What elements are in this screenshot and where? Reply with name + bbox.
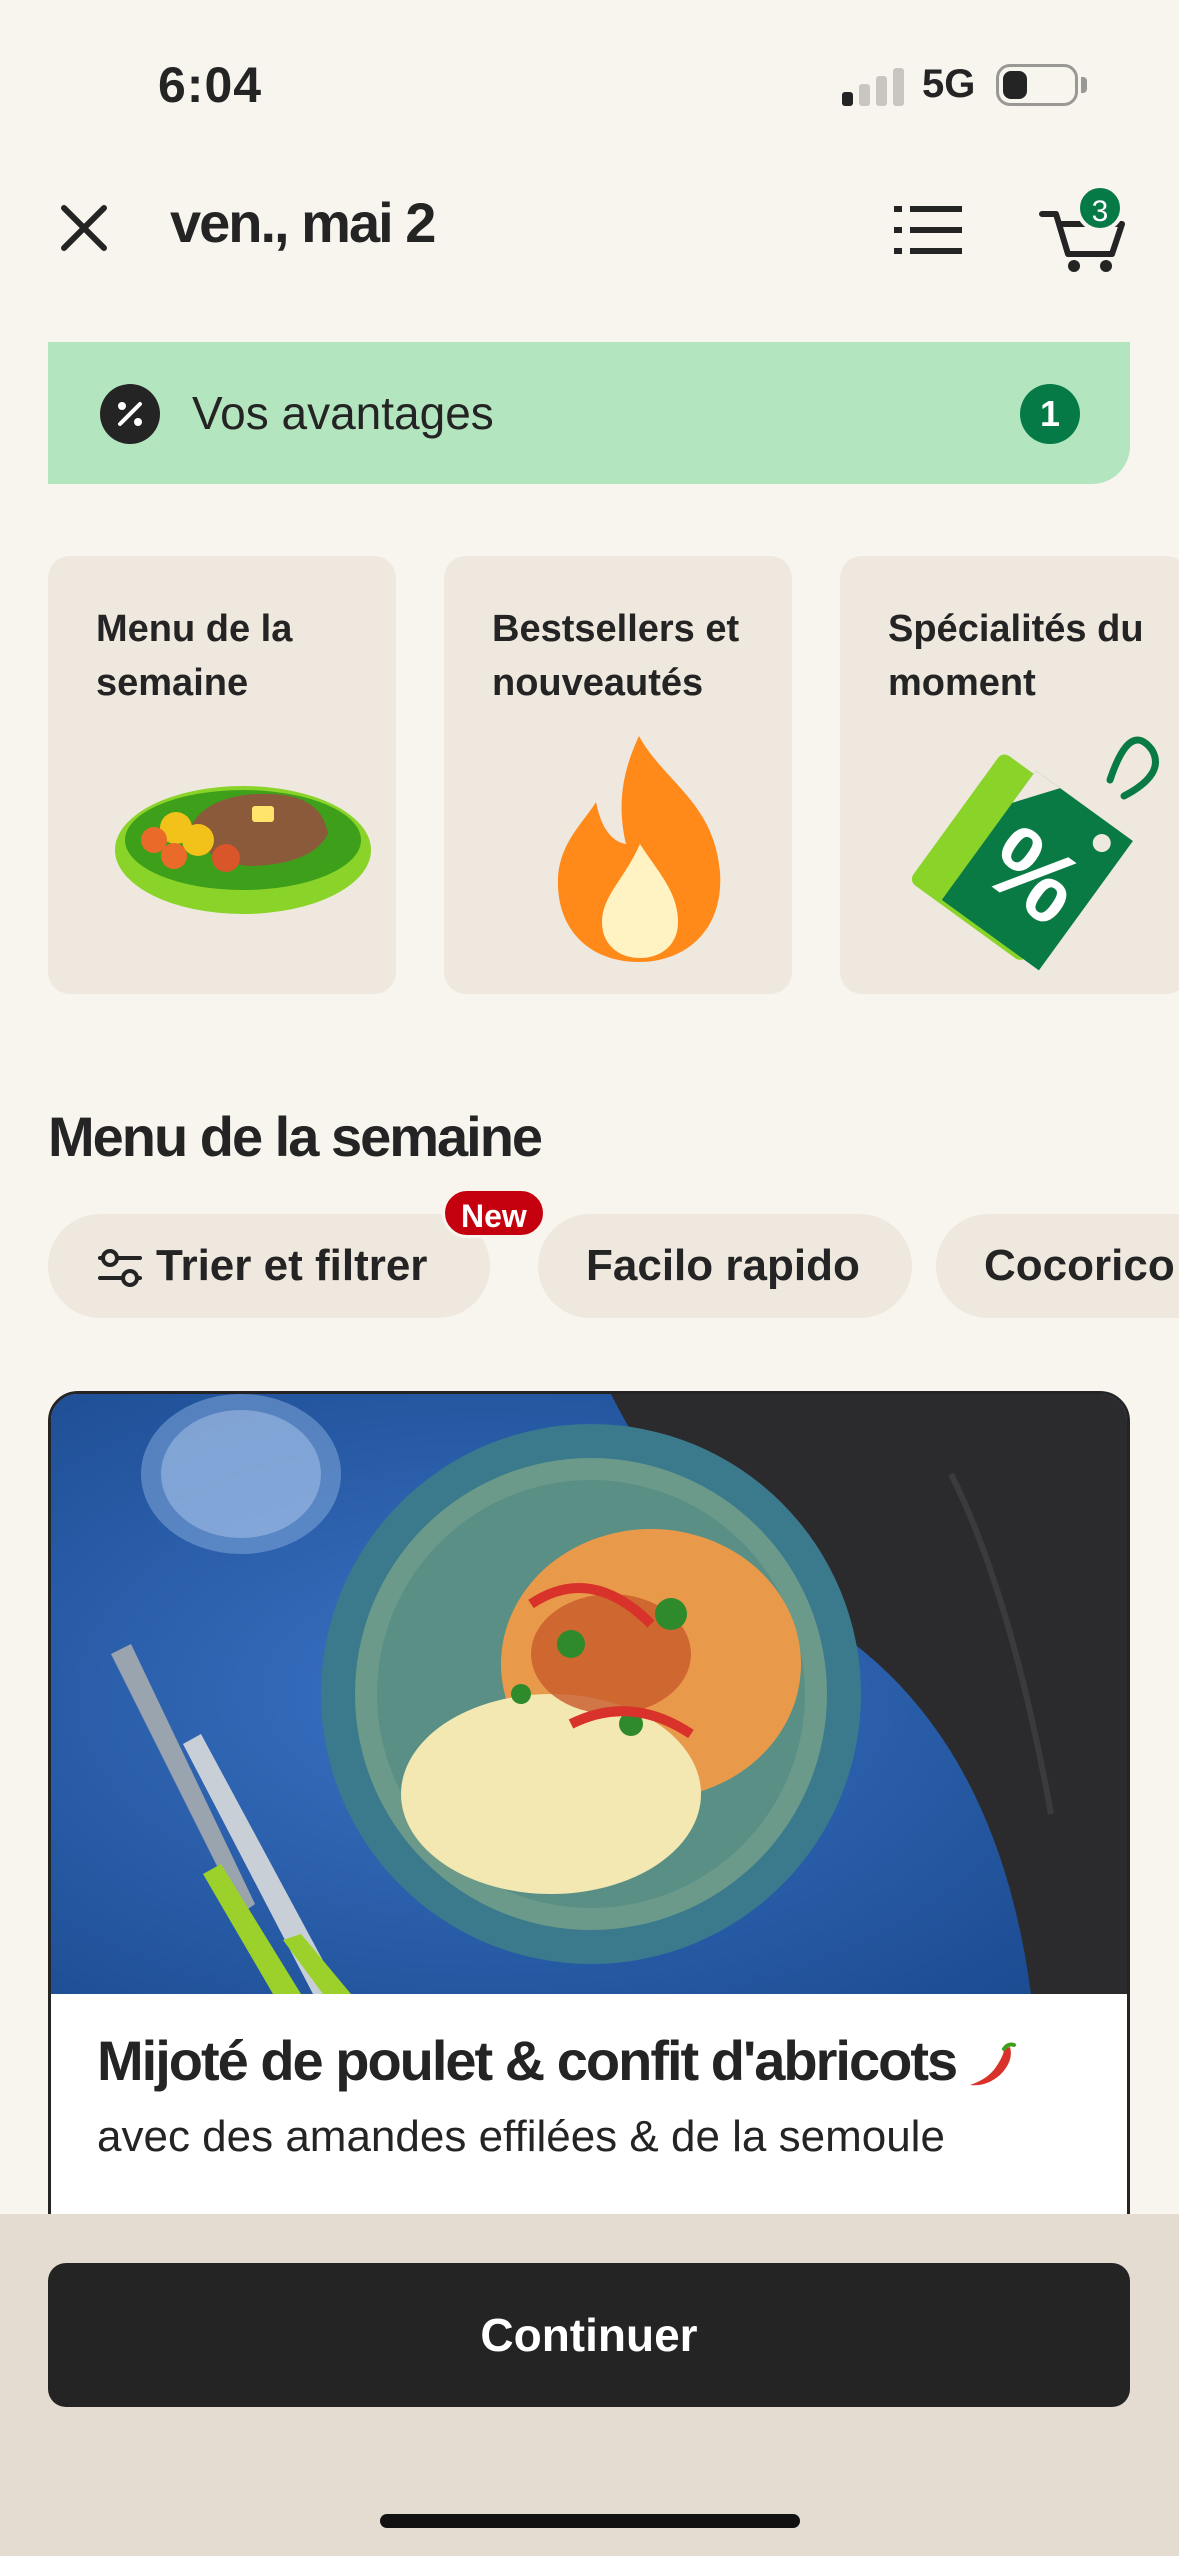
section-title: Menu de la semaine: [48, 1105, 543, 1168]
category-label: Menu de la semaine: [96, 608, 293, 704]
cart-count-badge: 3: [1076, 184, 1124, 232]
chip-label: Facilo rapido: [586, 1241, 860, 1290]
category-label: Spécialités du moment: [888, 608, 1144, 704]
header: ven., mai 2 3: [0, 170, 1179, 280]
battery-icon: [996, 64, 1078, 106]
recipe-card[interactable]: Mijoté de poulet & confit d'abricots ave…: [48, 1391, 1130, 2271]
recipe-subtitle: avec des amandes effilées & de la semoul…: [97, 2112, 945, 2161]
status-bar: 6:04 5G: [0, 0, 1179, 170]
battery-cap: [1081, 77, 1087, 93]
list-icon: [894, 206, 962, 254]
new-badge: New: [442, 1188, 546, 1238]
close-icon: [61, 205, 107, 251]
filter-chips-row[interactable]: Trier et filtrer Facilo rapido Cocorico: [48, 1212, 1179, 1322]
category-card-bestsellers[interactable]: Bestsellers et nouveautés: [444, 556, 792, 994]
category-carousel[interactable]: Menu de la semaine Bestsellers et nouvea…: [48, 556, 1179, 996]
meal-plate-icon: [115, 786, 371, 914]
status-time: 6:04: [158, 57, 263, 113]
recipe-title-text: Mijoté de poulet & confit d'abricots: [97, 2029, 958, 2092]
category-label: Bestsellers et nouveautés: [492, 608, 740, 704]
home-indicator[interactable]: [380, 2514, 800, 2528]
close-button[interactable]: [52, 196, 116, 260]
cart-button[interactable]: 3: [1034, 184, 1134, 274]
chip-sort-filter[interactable]: Trier et filtrer: [48, 1214, 490, 1318]
category-card-specials[interactable]: Spécialités du moment %: [840, 556, 1179, 994]
chip-label: Cocorico: [984, 1241, 1175, 1290]
benefits-label: Vos avantages: [192, 387, 494, 439]
chip-facilo-rapido[interactable]: Facilo rapido: [538, 1214, 912, 1318]
delivery-date-title[interactable]: ven., mai 2: [170, 190, 436, 255]
chip-cocorico[interactable]: Cocorico: [936, 1214, 1179, 1318]
percent-icon: [100, 384, 160, 444]
benefits-banner[interactable]: Vos avantages 1: [48, 342, 1130, 484]
benefits-count-badge: 1: [1020, 384, 1080, 444]
list-view-button[interactable]: [890, 198, 966, 262]
recipe-title[interactable]: Mijoté de poulet & confit d'abricots: [97, 2028, 1018, 2093]
fire-icon: [557, 736, 721, 962]
bottom-action-bar: Continuer: [0, 2214, 1179, 2556]
continue-button[interactable]: Continuer: [48, 2263, 1130, 2407]
network-label: 5G: [922, 62, 976, 106]
category-card-weekly-menu[interactable]: Menu de la semaine: [48, 556, 396, 994]
recipe-photo: [51, 1394, 1127, 1994]
chip-label: Trier et filtrer: [156, 1241, 428, 1290]
filter-sliders-icon: [98, 1249, 142, 1287]
signal-icon: [842, 66, 904, 106]
discount-tag-icon: %: [911, 736, 1159, 971]
chili-icon: [970, 2042, 1017, 2086]
